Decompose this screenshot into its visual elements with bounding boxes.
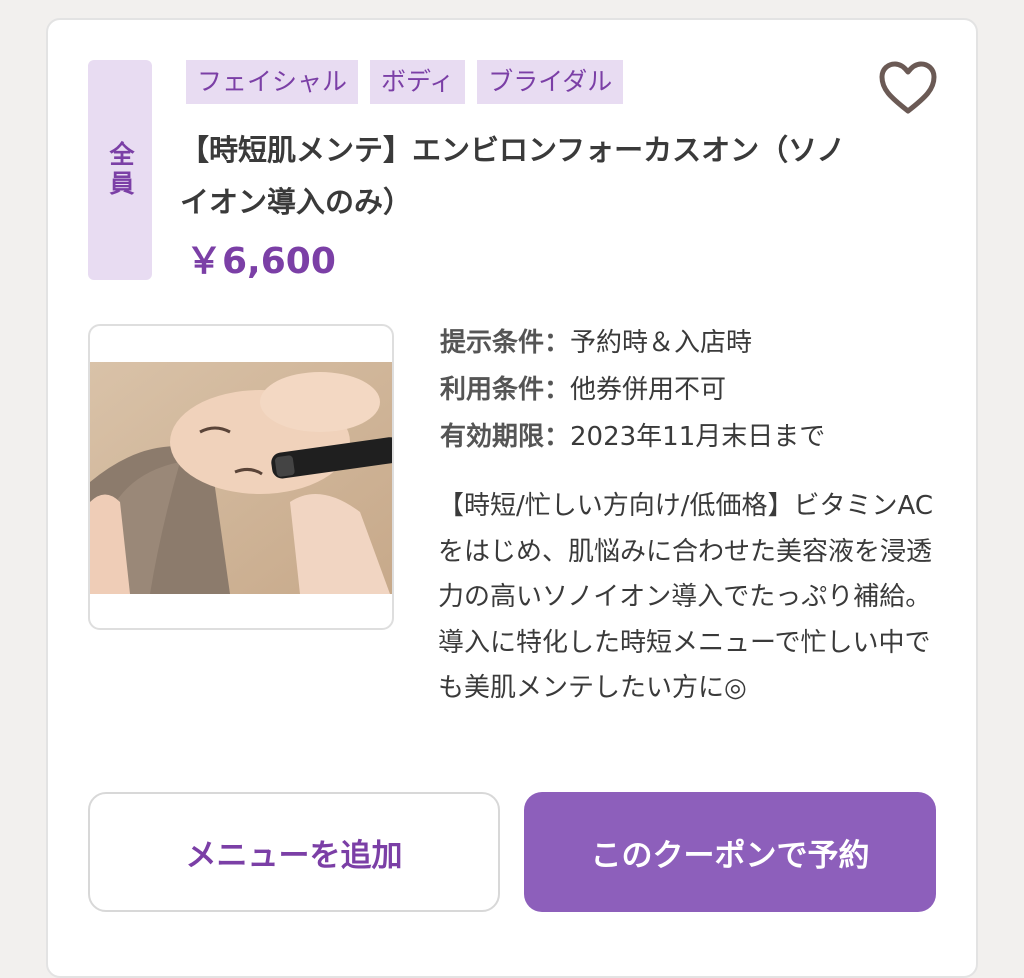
condition-value: 他券併用不可 <box>570 375 727 405</box>
favorite-button[interactable] <box>876 58 940 118</box>
target-label: 全員 <box>106 141 135 199</box>
coupon-price: ￥6,600 <box>186 241 336 282</box>
target-badge: 全員 <box>88 60 152 280</box>
reserve-with-coupon-button[interactable]: このクーポンで予約 <box>524 792 936 912</box>
tag-facial: フェイシャル <box>186 60 359 104</box>
coupon-photo <box>88 324 394 630</box>
facial-treatment-photo <box>90 362 392 594</box>
tag-body: ボディ <box>370 60 466 104</box>
condition-label: 利用条件： <box>440 375 571 405</box>
condition-value: 予約時＆入店時 <box>570 328 753 358</box>
coupon-description: 【時短/忙しい方向け/低価格】ビタミンACをはじめ、肌悩みに合わせた美容液を浸透… <box>438 491 934 703</box>
heart-outline-icon <box>879 61 937 114</box>
tag-bridal: ブライダル <box>477 60 624 104</box>
condition-presentation: 提示条件： 予約時＆入店時 <box>440 320 825 367</box>
category-tags: フェイシャル ボディ ブライダル <box>186 60 624 104</box>
add-menu-button[interactable]: メニューを追加 <box>88 792 500 912</box>
coupon-conditions: 提示条件： 予約時＆入店時 利用条件： 他券併用不可 有効期限： 2023年11… <box>440 320 825 461</box>
coupon-title: 【時短肌メンテ】エンビロンフォーカスオン（ソノイオン導入のみ） <box>180 133 846 219</box>
condition-label: 有効期限： <box>440 422 571 452</box>
condition-label: 提示条件： <box>440 328 571 358</box>
condition-expiry: 有効期限： 2023年11月末日まで <box>440 414 825 461</box>
condition-value: 2023年11月末日まで <box>570 422 826 452</box>
condition-usage: 利用条件： 他券併用不可 <box>440 367 825 414</box>
